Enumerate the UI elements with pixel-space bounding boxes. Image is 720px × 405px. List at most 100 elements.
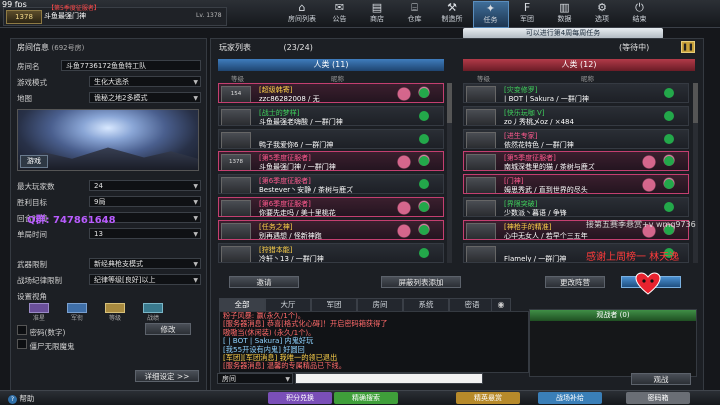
game-mode-select[interactable]: 生化大逃杀 ▼ [89, 76, 201, 87]
right-team-label: 人类 (12) [561, 60, 597, 69]
player-slot[interactable]: [任务之神] 别再遇想 / 怪新神跑 [218, 219, 444, 240]
megaphone-icon: ✉ [334, 1, 345, 14]
change-team-button[interactable]: 更改阵营 [545, 276, 605, 288]
player-slot[interactable]: [第6季度征服者] 你要先走吗 / 美十里桃花 [218, 197, 444, 217]
view-option[interactable]: 战绩 [135, 303, 171, 322]
left-level-col: 等级 [231, 75, 244, 83]
ready-status-icon [419, 179, 429, 190]
max-players-select[interactable]: 24 ▼ [89, 180, 201, 191]
player-list-title: 玩家列表 (23/24) [219, 42, 313, 53]
chevron-down-icon: ▼ [285, 376, 290, 383]
player-slot[interactable]: [门神] 姆思秀武 / 直到世界的尽头 [463, 174, 689, 195]
player-card[interactable]: 1378 【第5季度征服者】 斗鱼最强门神 Lv. 1378 [3, 5, 227, 26]
bottom-button-4[interactable]: 密码箱 [626, 392, 690, 404]
left-scrollbar[interactable] [447, 83, 452, 263]
observer-header: 观战者 (0) [530, 310, 696, 321]
room-name-field[interactable]: 斗鱼7736172鱼鱼特工队 [61, 60, 201, 71]
player-slot[interactable]: 1378 [第5季度征服者] 斗鱼最强门神 / 一群门神 [218, 151, 444, 172]
menu-item-2[interactable]: ▤ 商店 [360, 1, 394, 26]
scroll-thumb[interactable] [447, 83, 452, 123]
player-list-panel: 玩家列表 (23/24) (等待中) ❚❚ 人类 (11) 人类 (12) 等级… [210, 38, 704, 392]
pause-icon[interactable]: ❚❚ [681, 41, 695, 53]
room-number: (692号房) [51, 44, 85, 52]
rank-badge [466, 86, 496, 102]
menu-item-0[interactable]: ⌂ 房间列表 [285, 1, 319, 26]
menu-item-7[interactable]: ▥ 数据 [548, 1, 582, 26]
chat-tab[interactable]: 房间 [357, 298, 403, 312]
view-option[interactable]: 等级 [97, 303, 133, 322]
menu-item-6[interactable]: F 军团 [510, 1, 544, 26]
player-name: Bestever丶安静 / 茶树与鹿ズ [259, 186, 353, 195]
player-slot[interactable]: [第5季度征服者] 南城深巷里的猫 / 茶树与鹿ズ [463, 151, 689, 172]
player-name: zo丿秀桃乄oz / ×484 [504, 117, 574, 126]
player-level: Lv. 1378 [196, 12, 222, 19]
bottom-button-2[interactable]: 精英悬赏 [456, 392, 520, 404]
menu-item-1[interactable]: ✉ 公告 [323, 1, 357, 26]
detail-settings-button[interactable]: 详细设定 >> [135, 370, 199, 382]
map-select[interactable]: 诡秘之地2多模式 ▼ [89, 92, 201, 103]
chat-channel-select[interactable]: 房间 ▼ [217, 373, 293, 384]
invite-button[interactable]: 邀请 [229, 276, 299, 288]
single-time-select[interactable]: 13 ▼ [89, 228, 201, 239]
player-slot[interactable]: [快乐玩咖 V] zo丿秀桃乄oz / ×484 [463, 105, 689, 126]
rank-badge [466, 200, 496, 216]
chevron-down-icon: ▼ [193, 79, 198, 86]
win-target-select[interactable]: 9局 ▼ [89, 196, 201, 207]
chat-tab[interactable]: 大厅 [265, 298, 311, 312]
view-setting-label: 设置视角 [17, 292, 47, 301]
ready-status-icon [419, 224, 429, 235]
menu-item-label: 数据 [557, 15, 572, 23]
player-slot[interactable]: 154 [超级韩寄] zzc86282008 / 无 [218, 83, 444, 103]
menu-item-3[interactable]: ⌸ 仓库 [398, 1, 432, 26]
stream-overlay-thanks: 感谢上周榜一 林天逸 [586, 252, 680, 263]
menu-item-4[interactable]: ⚒ 制造所 [435, 1, 469, 26]
view-option[interactable]: 军衔 [59, 303, 95, 322]
bottom-button-0[interactable]: 积分兑换 [268, 392, 332, 404]
room-status: (等待中) [619, 43, 650, 52]
discipline-select[interactable]: 纪律等级[良好]以上 ▼ [89, 274, 201, 285]
map-game-button[interactable]: 游戏 [20, 155, 48, 168]
ready-status-icon [664, 110, 674, 121]
help-button[interactable]: ? 帮助 [8, 393, 34, 404]
menu-item-5[interactable]: ✦ 任务 [472, 1, 509, 28]
rank-badge [221, 177, 251, 194]
rank-badge [221, 222, 251, 239]
player-name: Flamely / 一群门神 [504, 254, 567, 263]
chat-tab[interactable]: 军团 [311, 298, 357, 312]
player-slot[interactable]: [进生专家] 依然花特色 / 一群门神 [463, 128, 689, 149]
bottom-button-3[interactable]: 战场补给 [538, 392, 602, 404]
chat-tab[interactable]: 密语 [449, 298, 495, 312]
player-slot[interactable]: [第6季度征服者] Bestever丶安静 / 茶树与鹿ズ [218, 174, 444, 195]
chevron-down-icon: ▼ [193, 277, 198, 284]
observer-checkbox[interactable] [17, 339, 27, 349]
view-option-label: 等级 [108, 315, 121, 322]
flower-decoration [389, 85, 439, 102]
observe-button[interactable]: 观战 [631, 373, 691, 385]
right-scrollbar[interactable] [693, 83, 698, 263]
player-slot[interactable]: [界限突破] 少数派丶暮语 / 争锋 [463, 197, 689, 217]
gear-icon: ⚙ [597, 1, 607, 14]
chat-tab[interactable]: 全部 [219, 298, 265, 312]
weapon-limit-select[interactable]: 新经典枪支模式 ▼ [89, 258, 201, 269]
menu-item-8[interactable]: ⚙ 选项 [585, 1, 619, 26]
password-checkbox[interactable] [17, 325, 27, 335]
player-slot[interactable]: 鸭子我爱你6 / 一群门神 [218, 128, 444, 149]
view-option[interactable]: 准星 [21, 303, 57, 322]
menu-item-label: 结束 [632, 15, 647, 23]
player-slot[interactable]: [灾变修罗] | BOT | Sakura / 一群门神 [463, 83, 689, 103]
player-slot[interactable]: [战士的梦样] 斗鱼最强老嗨酸 / 一群门神 [218, 105, 444, 126]
observer-count: (0) [619, 311, 630, 319]
eye-icon[interactable]: ◉ [491, 298, 511, 312]
menu-item-9[interactable]: ⏻ 结束 [623, 1, 657, 26]
add-blocked-button[interactable]: 屏蔽列表添加 [381, 276, 461, 288]
ready-status-icon [419, 247, 429, 258]
password-modify-button[interactable]: 修改 [145, 323, 191, 335]
menu-item-label: 仓库 [407, 15, 422, 23]
game-mode-label: 游戏模式 [17, 78, 47, 87]
scroll-thumb[interactable] [693, 83, 698, 123]
quest-icon: ✦ [485, 2, 496, 15]
player-slot[interactable]: [狩猎本能] 冷轩丶13 / 一群门神 [218, 242, 444, 263]
chat-tab[interactable]: 系统 [403, 298, 449, 312]
chat-input[interactable] [295, 373, 483, 384]
bottom-button-1[interactable]: 精确搜索 [334, 392, 398, 404]
